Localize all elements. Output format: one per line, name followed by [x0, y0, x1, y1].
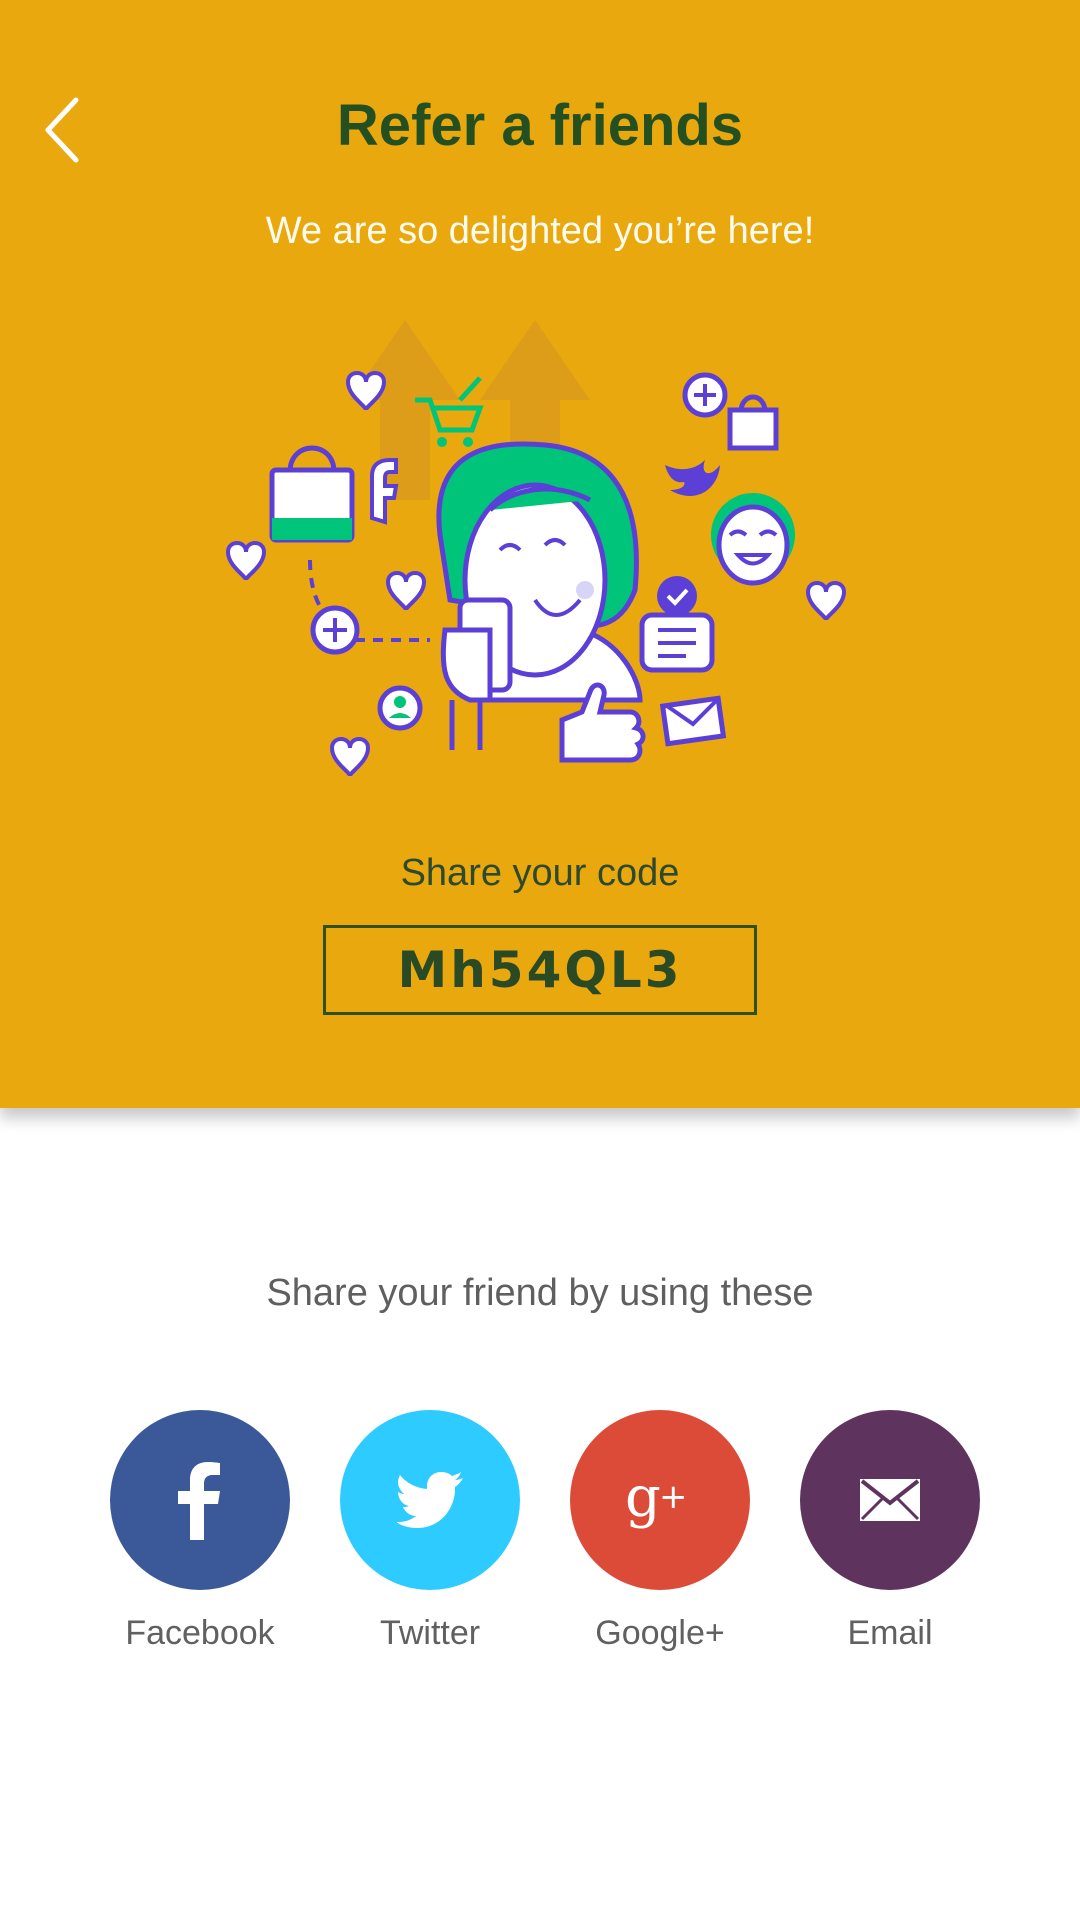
facebook-circle[interactable]: [110, 1410, 290, 1590]
twitter-circle[interactable]: [340, 1410, 520, 1590]
google-plus-label: Google+: [595, 1614, 725, 1652]
twitter-label: Twitter: [379, 1614, 481, 1652]
share-google-plus-button[interactable]: g + Google+: [560, 1410, 760, 1670]
referral-code[interactable]: Mh54QL3: [323, 925, 757, 1015]
email-circle[interactable]: [800, 1410, 980, 1590]
facebook-label: Facebook: [125, 1614, 275, 1652]
share-twitter-button[interactable]: Twitter: [330, 1410, 530, 1670]
email-label: Email: [847, 1614, 933, 1652]
share-email-button[interactable]: Email: [790, 1410, 990, 1670]
facebook-icon: [170, 1460, 230, 1540]
mail-icon: [859, 1478, 921, 1522]
referral-illustration: [190, 300, 890, 790]
page-title: Refer a friends: [336, 93, 744, 158]
page-subtitle: We are so delighted you’re here!: [265, 210, 815, 252]
svg-text:+: +: [659, 1477, 688, 1517]
header: Refer a friends We are so delighted you’…: [0, 0, 1080, 1108]
share-code-label: Share your code: [400, 852, 680, 894]
svg-text:g: g: [625, 1470, 661, 1530]
google-plus-circle[interactable]: g +: [570, 1410, 750, 1590]
twitter-icon: [397, 1472, 463, 1528]
share-facebook-button[interactable]: Facebook: [100, 1410, 300, 1670]
share-heading: Share your friend by using these: [266, 1272, 814, 1314]
google-plus-icon: g +: [625, 1470, 695, 1530]
